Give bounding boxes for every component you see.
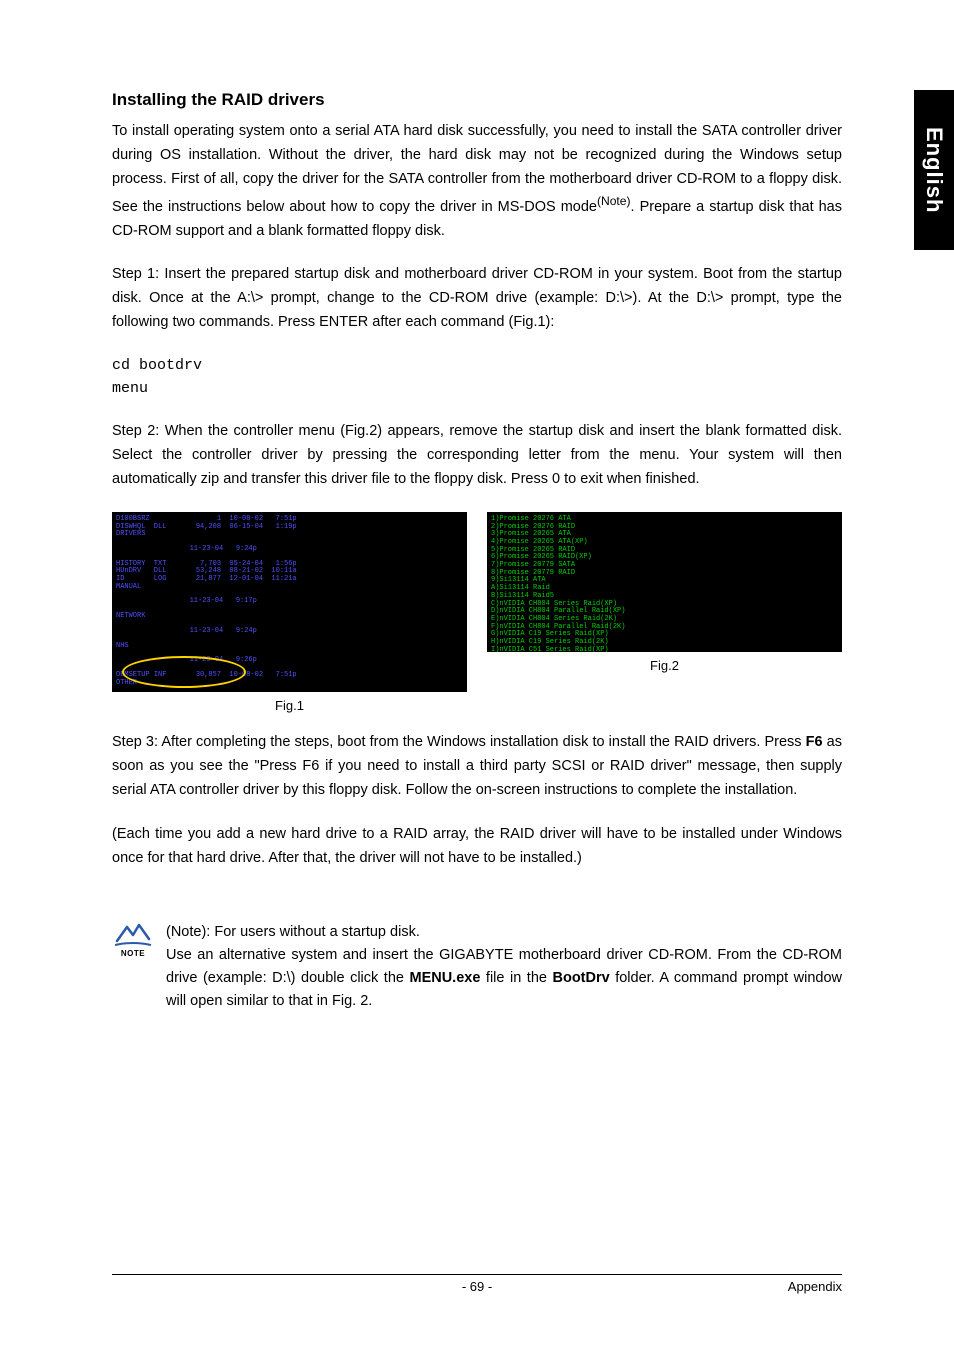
note-superscript: (Note): [597, 194, 631, 208]
note-block: NOTE (Note): For users without a startup…: [112, 921, 842, 1014]
figure-2-screenshot: 1)Promise 20276 ATA2)Promise 20276 RAID3…: [487, 512, 842, 652]
note-line1: (Note): For users without a startup disk…: [166, 924, 420, 940]
step1-paragraph: Step 1: Insert the prepared startup disk…: [112, 263, 842, 335]
f6-key: F6: [806, 734, 823, 750]
figure-1: D100BSRZ 1 10-08-02 7:51pDISWHQL DLL 94,…: [112, 512, 467, 713]
page-footer: - 69 - Appendix: [112, 1274, 842, 1294]
intro-paragraph: To install operating system onto a seria…: [112, 120, 842, 243]
step3-paragraph: Step 3: After completing the steps, boot…: [112, 731, 842, 803]
figure-1-screenshot: D100BSRZ 1 10-08-02 7:51pDISWHQL DLL 94,…: [112, 512, 467, 692]
footer-page-number: - 69 -: [112, 1279, 842, 1294]
bootdrv-folder: BootDrv: [552, 970, 609, 986]
command-block: cd bootdrv menu: [112, 355, 842, 400]
page-content: Installing the RAID drivers To install o…: [0, 0, 954, 1354]
figure-1-caption: Fig.1: [275, 698, 304, 713]
figure-2-caption: Fig.2: [650, 658, 679, 673]
step2-paragraph: Step 2: When the controller menu (Fig.2)…: [112, 420, 842, 492]
note-icon-label: NOTE: [112, 949, 154, 958]
menu-exe: MENU.exe: [409, 970, 480, 986]
figures-row: D100BSRZ 1 10-08-02 7:51pDISWHQL DLL 94,…: [112, 512, 842, 713]
note-icon: NOTE: [112, 921, 154, 1014]
note-line2b: file in the: [480, 970, 552, 986]
section-heading: Installing the RAID drivers: [112, 90, 842, 110]
step3-text-a: Step 3: After completing the steps, boot…: [112, 734, 806, 750]
figure-2: 1)Promise 20276 ATA2)Promise 20276 RAID3…: [487, 512, 842, 713]
each-time-paragraph: (Each time you add a new hard drive to a…: [112, 823, 842, 871]
note-text: (Note): For users without a startup disk…: [166, 921, 842, 1014]
